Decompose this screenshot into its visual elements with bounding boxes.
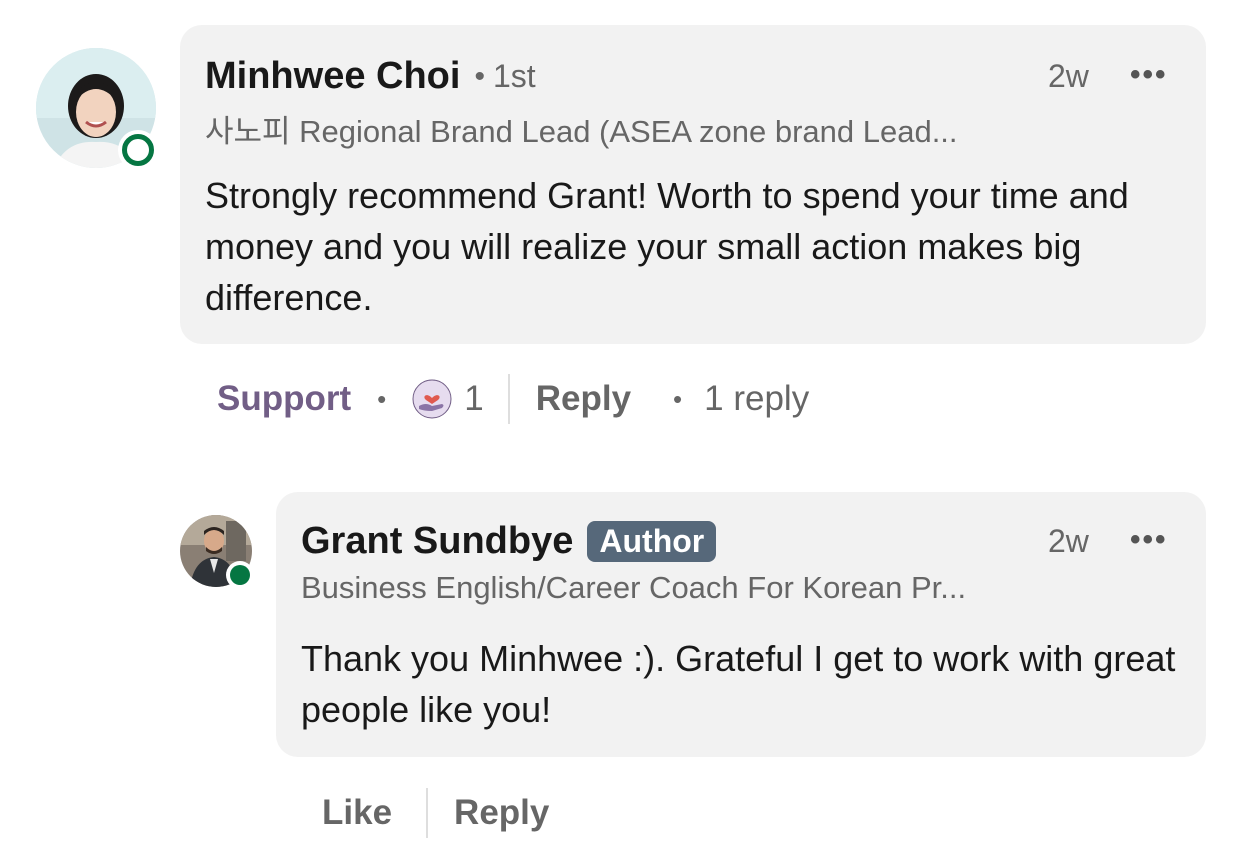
online-status-icon (226, 561, 254, 589)
reply-more-options-button[interactable]: ••• (1130, 523, 1168, 557)
comment-actions: Support • 1 Reply • 1 reply (217, 373, 809, 425)
action-divider (426, 788, 429, 838)
reply-count-link[interactable]: 1 reply (704, 379, 809, 419)
connection-degree: 1st (492, 58, 536, 94)
comment-author-name[interactable]: Minhwee Choi (205, 55, 460, 98)
separator-dot: • (474, 59, 485, 93)
comment-text: Strongly recommend Grant! Worth to spend… (205, 175, 1129, 318)
comment-more-options-button[interactable]: ••• (1130, 58, 1168, 92)
support-heart-hand-icon[interactable] (412, 379, 452, 419)
comment-author-headline: 사노피 Regional Brand Lead (ASEA zone brand… (205, 114, 958, 149)
reply-button[interactable]: Reply (536, 379, 631, 419)
comment-avatar[interactable] (36, 48, 158, 170)
comment-author-row: Minhwee Choi • 1st (205, 55, 536, 98)
reply-author-headline: Business English/Career Coach For Korean… (301, 570, 967, 605)
reply-actions: Like Reply (322, 787, 549, 839)
comment-timestamp: 2w (1048, 58, 1089, 94)
reply-button[interactable]: Reply (454, 793, 549, 833)
reply-timestamp: 2w (1048, 523, 1089, 559)
reaction-count[interactable]: 1 (464, 379, 483, 419)
online-status-icon (118, 130, 158, 170)
support-reaction-button[interactable]: Support (217, 379, 351, 419)
action-divider (507, 374, 510, 424)
author-badge: Author (587, 521, 717, 562)
separator-dot: • (673, 383, 683, 414)
reply-author-name[interactable]: Grant Sundbye (301, 520, 573, 563)
reply-avatar[interactable] (180, 515, 254, 589)
separator-dot: • (377, 383, 387, 414)
like-button[interactable]: Like (322, 793, 392, 833)
reply-author-row: Grant Sundbye Author (301, 520, 717, 563)
reply-text: Thank you Minhwee :). Grateful I get to … (301, 638, 1176, 730)
